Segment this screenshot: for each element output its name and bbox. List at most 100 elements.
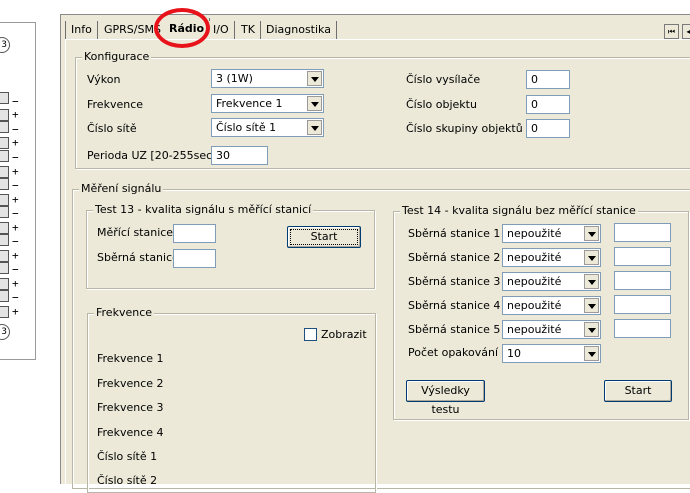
zobrazit-label: Zobrazit <box>321 328 367 341</box>
group-mereni-signalu: Měření signálu Test 13 - kvalita signálu… <box>72 182 690 493</box>
sberna-stanice-3-result <box>614 271 671 290</box>
sberna-stanice-input[interactable] <box>173 249 216 268</box>
list-item: Frekvence 2 <box>97 377 164 390</box>
chevron-down-icon[interactable] <box>584 250 599 265</box>
terminal <box>0 166 9 178</box>
minus-sign: − <box>12 95 19 108</box>
sberna-stanice-3-value: nepoužité <box>507 275 562 288</box>
plus-sign: + <box>12 193 19 206</box>
frekvence-select[interactable]: Frekvence 1 <box>211 94 324 113</box>
merici-stanice-input[interactable] <box>173 224 216 243</box>
test14-start-button[interactable]: Start <box>604 380 672 402</box>
group-title: Test 13 - kvalita signálu s měřící stani… <box>93 203 314 216</box>
plus-sign: + <box>12 249 19 262</box>
cislo-site-select[interactable]: Číslo sítě 1 <box>211 118 324 137</box>
chevron-down-icon[interactable] <box>307 96 322 111</box>
plus-sign: + <box>12 221 19 234</box>
sberna-stanice-4-label: Sběrná stanice 4 <box>408 299 501 312</box>
sberna-stanice-5-value: nepoužité <box>507 323 562 336</box>
cislo-site-label: Číslo sítě <box>87 122 137 135</box>
connector-circle-top: 3 <box>0 37 10 53</box>
sberna-stanice-2-value: nepoužité <box>507 251 562 264</box>
frekvence-label: Frekvence <box>87 98 144 111</box>
chevron-down-icon[interactable] <box>584 298 599 313</box>
vysledky-testu-button[interactable]: Výsledky testu <box>406 380 485 416</box>
plus-sign: + <box>12 136 19 149</box>
group-title: Test 14 - kvalita signálu bez měřící sta… <box>400 204 638 217</box>
tab-info[interactable]: Info <box>65 21 98 40</box>
group-konfigurace: Konfigurace Výkon 3 (1W) Frekvence Frekv… <box>75 50 690 169</box>
sberna-stanice-2-select[interactable]: nepoužité <box>502 248 601 267</box>
terminal <box>0 278 9 290</box>
zobrazit-checkbox[interactable] <box>304 328 317 341</box>
list-item: Frekvence 3 <box>97 401 164 414</box>
terminal <box>0 121 9 133</box>
sberna-stanice-1-result <box>614 223 671 242</box>
chevron-down-icon[interactable] <box>584 274 599 289</box>
terminal <box>0 92 9 104</box>
sberna-stanice-5-select[interactable]: nepoužité <box>502 320 601 339</box>
cislo-objektu-input[interactable]: 0 <box>526 95 570 114</box>
terminal <box>0 150 9 162</box>
sberna-stanice-4-select[interactable]: nepoužité <box>502 296 601 315</box>
terminal <box>0 234 9 246</box>
sberna-stanice-5-result <box>614 319 671 338</box>
chevron-down-icon[interactable] <box>307 71 322 86</box>
test13-start-button[interactable]: Start <box>287 226 361 248</box>
list-item: Frekvence 1 <box>97 352 164 365</box>
minus-sign: − <box>12 123 19 136</box>
tab-io[interactable]: I/O <box>208 21 235 40</box>
tab-diagnostika[interactable]: Diagnostika <box>261 21 337 40</box>
plus-sign: + <box>12 305 19 318</box>
tab-tk[interactable]: TK <box>236 21 261 40</box>
cislo-skupiny-input[interactable]: 0 <box>526 119 570 138</box>
merici-stanice-label: Měřící stanice <box>97 226 174 239</box>
perioda-input[interactable]: 30 <box>211 146 268 165</box>
sberna-stanice-1-select[interactable]: nepoužité <box>502 224 601 243</box>
device-panel: 3 − + − + − + − + − + − + − + − + 3 <box>0 22 36 360</box>
vykon-select[interactable]: 3 (1W) <box>211 69 324 88</box>
tab-strip: Info GPRS/SMS Rádio I/O TK Diagnostika ⏮… <box>61 17 690 41</box>
group-title: Konfigurace <box>82 50 152 63</box>
sberna-stanice-4-result <box>614 295 671 314</box>
plus-sign: + <box>12 165 19 178</box>
chevron-down-icon[interactable] <box>584 346 599 361</box>
sberna-stanice-3-label: Sběrná stanice 3 <box>408 275 501 288</box>
cislo-objektu-label: Číslo objektu <box>406 98 477 111</box>
terminal <box>0 194 9 206</box>
sberna-stanice-1-label: Sběrná stanice 1 <box>408 227 501 240</box>
sberna-stanice-1-value: nepoužité <box>507 227 562 240</box>
cislo-site-value: Číslo sítě 1 <box>216 121 277 134</box>
chevron-down-icon[interactable] <box>307 120 322 135</box>
perioda-label: Perioda UZ [20-255sec] <box>87 149 217 162</box>
tab-scroll-first-icon[interactable]: ⏮ <box>664 24 679 39</box>
minus-sign: − <box>12 291 19 304</box>
sberna-stanice-4-value: nepoužité <box>507 299 562 312</box>
terminal <box>0 262 9 274</box>
chevron-down-icon[interactable] <box>584 322 599 337</box>
sberna-stanice-label: Sběrná stanice <box>97 251 179 264</box>
pocet-opakovani-select[interactable]: 10 <box>502 344 601 363</box>
chevron-down-icon[interactable] <box>584 226 599 241</box>
minus-sign: − <box>12 235 19 248</box>
list-item: Frekvence 4 <box>97 426 164 439</box>
terminal <box>0 306 9 318</box>
pocet-opakovani-value: 10 <box>507 347 521 360</box>
minus-sign: − <box>12 263 19 276</box>
cislo-vysilace-input[interactable]: 0 <box>526 70 570 89</box>
tab-scroll-next-icon[interactable]: ◀ <box>682 24 690 39</box>
list-item: Číslo sítě 2 <box>97 474 158 487</box>
terminal <box>0 109 9 121</box>
frekvence-value: Frekvence 1 <box>216 97 283 110</box>
terminal <box>0 290 9 302</box>
sberna-stanice-3-select[interactable]: nepoužité <box>502 272 601 291</box>
group-title: Měření signálu <box>79 182 164 195</box>
vykon-label: Výkon <box>87 73 121 86</box>
minus-sign: − <box>12 207 19 220</box>
cislo-vysilace-label: Číslo vysílače <box>406 73 481 86</box>
cislo-skupiny-label: Číslo skupiny objektů <box>406 122 523 135</box>
minus-sign: − <box>12 179 19 192</box>
connector-circle-bottom: 3 <box>0 324 10 340</box>
group-frekvence: Frekvence Zobrazit Frekvence 1 Frekvence… <box>87 306 376 493</box>
minus-sign: − <box>12 151 19 164</box>
